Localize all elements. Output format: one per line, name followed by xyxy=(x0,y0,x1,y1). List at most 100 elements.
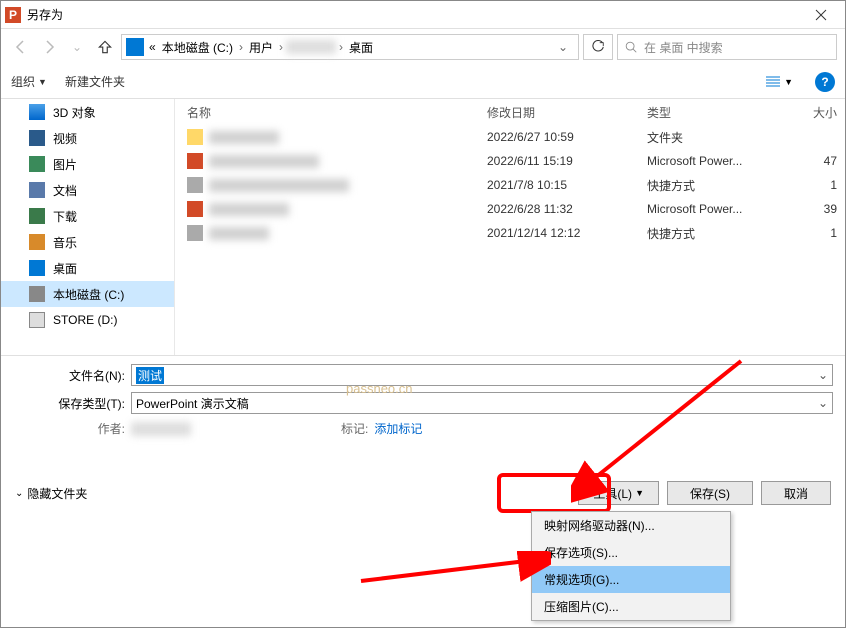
sidebar-item-label: STORE (D:) xyxy=(53,313,117,327)
sidebar: 3D 对象视频图片文档下载音乐桌面本地磁盘 (C:) STORE (D:) xyxy=(1,99,175,355)
arrow-up-icon xyxy=(96,38,114,56)
file-row[interactable]: 2021/12/14 12:12快捷方式1 xyxy=(175,221,845,245)
ppt-ico xyxy=(187,153,203,169)
tools-dropdown-menu: 映射网络驱动器(N)...保存选项(S)...常规选项(G)...压缩图片(C)… xyxy=(531,511,731,621)
sidebar-item-label: 3D 对象 xyxy=(53,104,96,121)
cancel-button[interactable]: 取消 xyxy=(761,481,831,505)
sidebar-item-label: 桌面 xyxy=(53,260,77,277)
ico-pic-icon xyxy=(29,156,45,172)
col-size[interactable]: 大小 xyxy=(787,104,837,121)
file-date: 2021/7/8 10:15 xyxy=(487,178,647,192)
arrow-left-icon xyxy=(13,39,29,55)
help-button[interactable]: ? xyxy=(815,72,835,92)
add-tag-link[interactable]: 添加标记 xyxy=(374,420,422,437)
breadcrumb[interactable]: « 本地磁盘 (C:) › 用户 › › 桌面 xyxy=(146,39,550,56)
chevron-down-icon: ⌄ xyxy=(15,488,23,499)
ico-3d-icon xyxy=(29,104,45,120)
chevron-down-icon: ▼ xyxy=(635,488,644,498)
file-type: 快捷方式 xyxy=(647,177,787,194)
sidebar-item-label: 本地磁盘 (C:) xyxy=(53,286,124,303)
lnk-ico xyxy=(187,177,203,193)
menu-item[interactable]: 映射网络驱动器(N)... xyxy=(532,512,730,539)
menu-item[interactable]: 常规选项(G)... xyxy=(532,566,730,593)
organize-menu[interactable]: 组织 ▼ xyxy=(11,73,47,90)
powerpoint-icon: P xyxy=(5,7,21,23)
titlebar: P 另存为 xyxy=(1,1,845,29)
chevron-right-icon: › xyxy=(236,40,246,54)
file-row[interactable]: 2022/6/11 15:19Microsoft Power...47 xyxy=(175,149,845,173)
sidebar-item[interactable]: 图片 xyxy=(1,151,174,177)
new-folder-button[interactable]: 新建文件夹 xyxy=(65,73,125,90)
hide-folders-toggle[interactable]: ⌄ 隐藏文件夹 xyxy=(15,485,87,502)
file-size: 1 xyxy=(787,178,837,192)
filename-input[interactable]: 测试 ⌄ xyxy=(131,364,833,386)
author-value[interactable] xyxy=(131,422,191,436)
lnk-ico xyxy=(187,225,203,241)
save-button[interactable]: 保存(S) xyxy=(667,481,753,505)
svg-text:P: P xyxy=(9,8,17,22)
sidebar-item[interactable]: 视频 xyxy=(1,125,174,151)
search-input[interactable]: 在 桌面 中搜索 xyxy=(617,34,837,60)
refresh-icon xyxy=(591,40,605,54)
file-row[interactable]: 2021/7/8 10:15快捷方式1 xyxy=(175,173,845,197)
address-bar[interactable]: « 本地磁盘 (C:) › 用户 › › 桌面 ⌄ xyxy=(121,34,579,60)
main-area: 3D 对象视频图片文档下载音乐桌面本地磁盘 (C:)STORE (D:) 名称 … xyxy=(1,99,845,355)
file-row[interactable]: 2022/6/28 11:32Microsoft Power...39 xyxy=(175,197,845,221)
file-size: 39 xyxy=(787,202,837,216)
file-date: 2022/6/27 10:59 xyxy=(487,130,647,144)
sidebar-item[interactable]: 音乐 xyxy=(1,229,174,255)
sidebar-item[interactable]: STORE (D:) xyxy=(1,307,174,333)
refresh-button[interactable] xyxy=(583,34,613,60)
file-type: Microsoft Power... xyxy=(647,202,787,216)
ico-desk-icon xyxy=(29,260,45,276)
file-size: 47 xyxy=(787,154,837,168)
breadcrumb-seg-0[interactable]: 本地磁盘 (C:) xyxy=(159,39,236,56)
breadcrumb-seg-3[interactable]: 桌面 xyxy=(346,39,376,56)
file-type: 快捷方式 xyxy=(647,225,787,242)
sidebar-item-label: 文档 xyxy=(53,182,77,199)
forward-button[interactable] xyxy=(37,35,61,59)
sidebar-item-label: 下载 xyxy=(53,208,77,225)
col-type[interactable]: 类型 xyxy=(647,104,787,121)
folder-ico xyxy=(187,129,203,145)
tags-label: 标记: xyxy=(341,420,374,437)
file-size: 1 xyxy=(787,226,837,240)
file-name xyxy=(209,203,289,216)
view-mode-button[interactable]: ▼ xyxy=(761,73,797,91)
sidebar-item[interactable]: 3D 对象 xyxy=(1,99,174,125)
ico-doc-icon xyxy=(29,182,45,198)
button-bar: ⌄ 隐藏文件夹 工具(L) ▼ 保存(S) 取消 xyxy=(1,481,845,505)
chevron-down-icon[interactable]: ⌄ xyxy=(818,368,828,382)
ppt-ico xyxy=(187,201,203,217)
toolbar: 组织 ▼ 新建文件夹 ▼ ? xyxy=(1,65,845,99)
filename-label: 文件名(N): xyxy=(13,367,131,384)
ico-disk-icon xyxy=(29,286,45,302)
col-date[interactable]: 修改日期 xyxy=(487,104,647,121)
menu-item[interactable]: 压缩图片(C)... xyxy=(532,593,730,620)
navbar: ⌄ « 本地磁盘 (C:) › 用户 › › 桌面 ⌄ 在 桌面 中搜索 xyxy=(1,29,845,65)
author-label: 作者: xyxy=(13,420,131,437)
filetype-select[interactable]: PowerPoint 演示文稿 ⌄ xyxy=(131,392,833,414)
chevron-down-icon: ▼ xyxy=(784,77,793,87)
chevron-down-icon[interactable]: ⌄ xyxy=(818,396,828,410)
menu-item[interactable]: 保存选项(S)... xyxy=(532,539,730,566)
col-name[interactable]: 名称 xyxy=(187,104,487,121)
recent-dropdown[interactable]: ⌄ xyxy=(65,35,89,59)
file-row[interactable]: 2022/6/27 10:59文件夹 xyxy=(175,125,845,149)
breadcrumb-seg-2[interactable] xyxy=(286,40,336,54)
chevron-down-icon[interactable]: ⌄ xyxy=(552,40,574,54)
highlight-box xyxy=(497,473,611,513)
sidebar-item[interactable]: 文档 xyxy=(1,177,174,203)
back-button[interactable] xyxy=(9,35,33,59)
close-button[interactable] xyxy=(801,1,841,28)
file-name xyxy=(209,227,269,240)
arrow-annotation-2 xyxy=(351,551,551,591)
sidebar-item[interactable]: 本地磁盘 (C:) xyxy=(1,281,174,307)
filetype-value: PowerPoint 演示文稿 xyxy=(136,395,249,412)
file-name xyxy=(209,155,319,168)
sidebar-item[interactable]: 下载 xyxy=(1,203,174,229)
file-date: 2021/12/14 12:12 xyxy=(487,226,647,240)
up-button[interactable] xyxy=(93,35,117,59)
breadcrumb-seg-1[interactable]: 用户 xyxy=(246,39,276,56)
sidebar-item[interactable]: 桌面 xyxy=(1,255,174,281)
